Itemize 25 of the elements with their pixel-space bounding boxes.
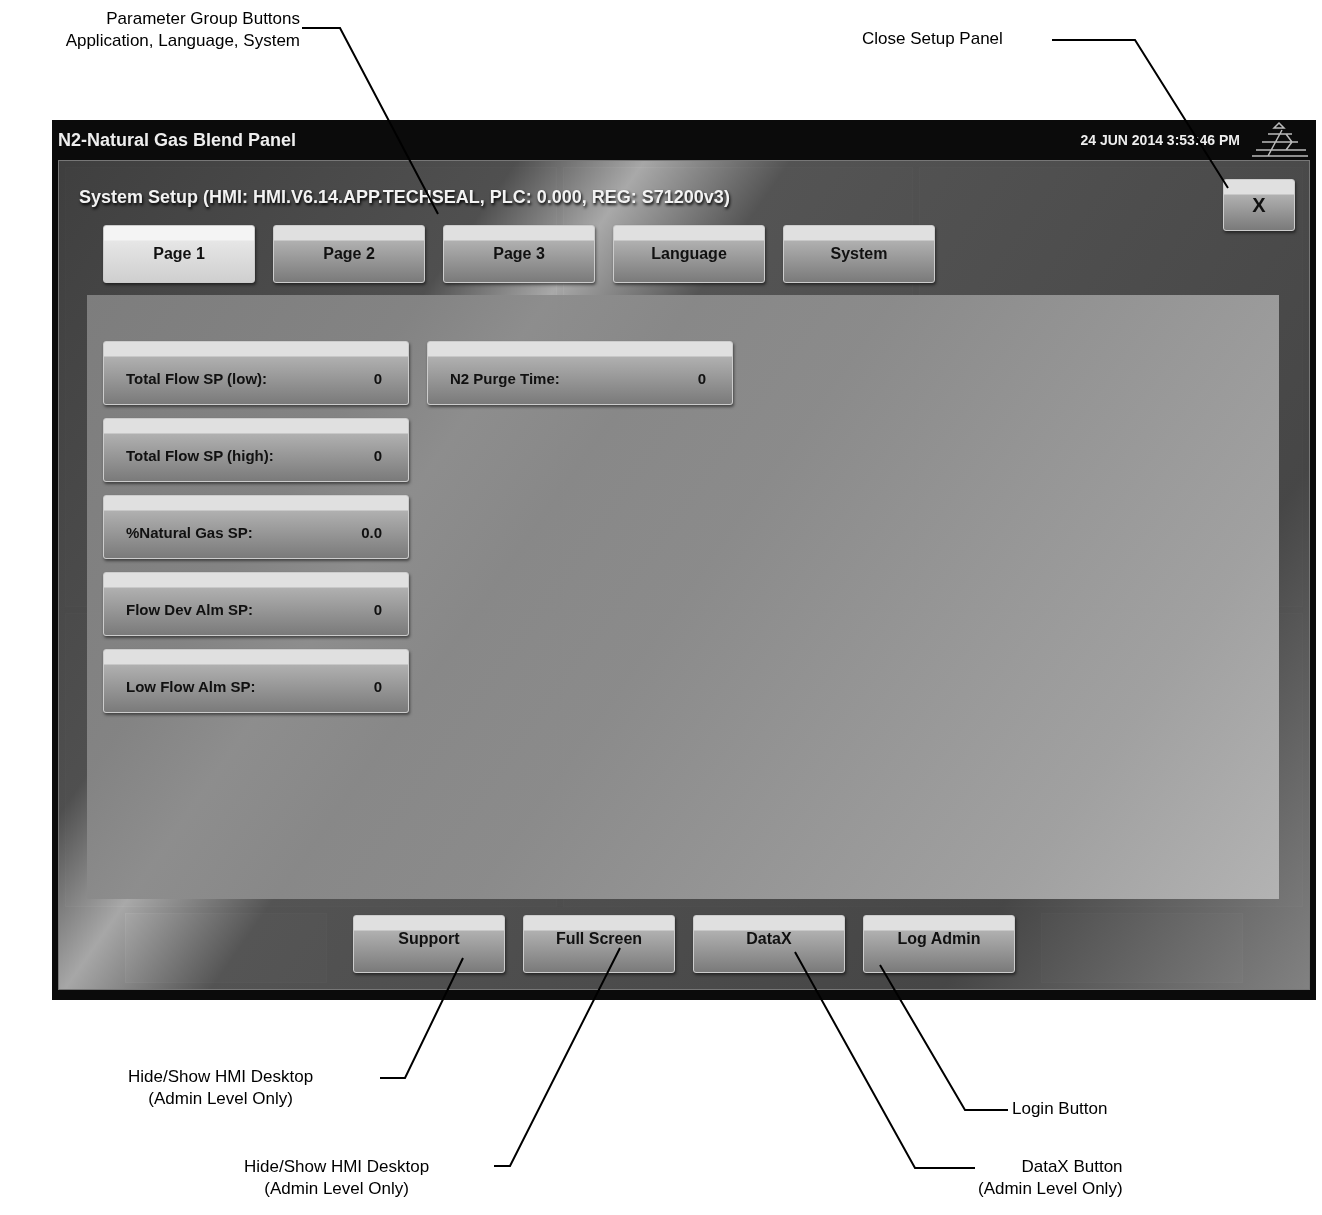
close-button[interactable]: X bbox=[1223, 179, 1295, 231]
action-button[interactable]: Log Admin bbox=[863, 915, 1015, 973]
annotation-label: Login Button bbox=[1012, 1098, 1108, 1120]
parameter-button[interactable]: Total Flow SP (high): 0 bbox=[103, 418, 409, 482]
parameter-button[interactable]: N2 Purge Time: 0 bbox=[427, 341, 733, 405]
date-time: 24 JUN 2014 3:53:46 PM bbox=[1080, 132, 1240, 148]
annotation-label: Hide/Show HMI Desktop (Admin Level Only) bbox=[128, 1066, 314, 1110]
annotation-label: Close Setup Panel bbox=[862, 28, 1003, 50]
dialog-title: System Setup (HMI: HMI.V6.14.APP.TECHSEAL, PLC: 0.000, REG: S71200v3) bbox=[79, 187, 730, 208]
page-tab[interactable]: Language bbox=[613, 225, 765, 283]
page-tab[interactable]: Page 1 bbox=[103, 225, 255, 283]
page-tab[interactable]: Page 2 bbox=[273, 225, 425, 283]
parameter-button[interactable]: Flow Dev Alm SP: 0 bbox=[103, 572, 409, 636]
action-button[interactable]: DataX bbox=[693, 915, 845, 973]
annotation-label: Parameter Group Buttons Application, Language, System bbox=[65, 8, 300, 52]
page-tab[interactable]: System bbox=[783, 225, 935, 283]
parameter-button[interactable]: %Natural Gas SP: 0.0 bbox=[103, 495, 409, 559]
page-tab[interactable]: Page 3 bbox=[443, 225, 595, 283]
window-title: N2-Natural Gas Blend Panel bbox=[58, 129, 297, 151]
parameter-button[interactable]: Low Flow Alm SP: 0 bbox=[103, 649, 409, 713]
parameter-button[interactable]: Total Flow SP (low): 0 bbox=[103, 341, 409, 405]
action-button[interactable]: Support bbox=[353, 915, 505, 973]
action-button[interactable]: Full Screen bbox=[523, 915, 675, 973]
annotation-label: DataX Button (Admin Level Only) bbox=[978, 1156, 1123, 1200]
annotation-label: Hide/Show HMI Desktop (Admin Level Only) bbox=[244, 1156, 430, 1200]
